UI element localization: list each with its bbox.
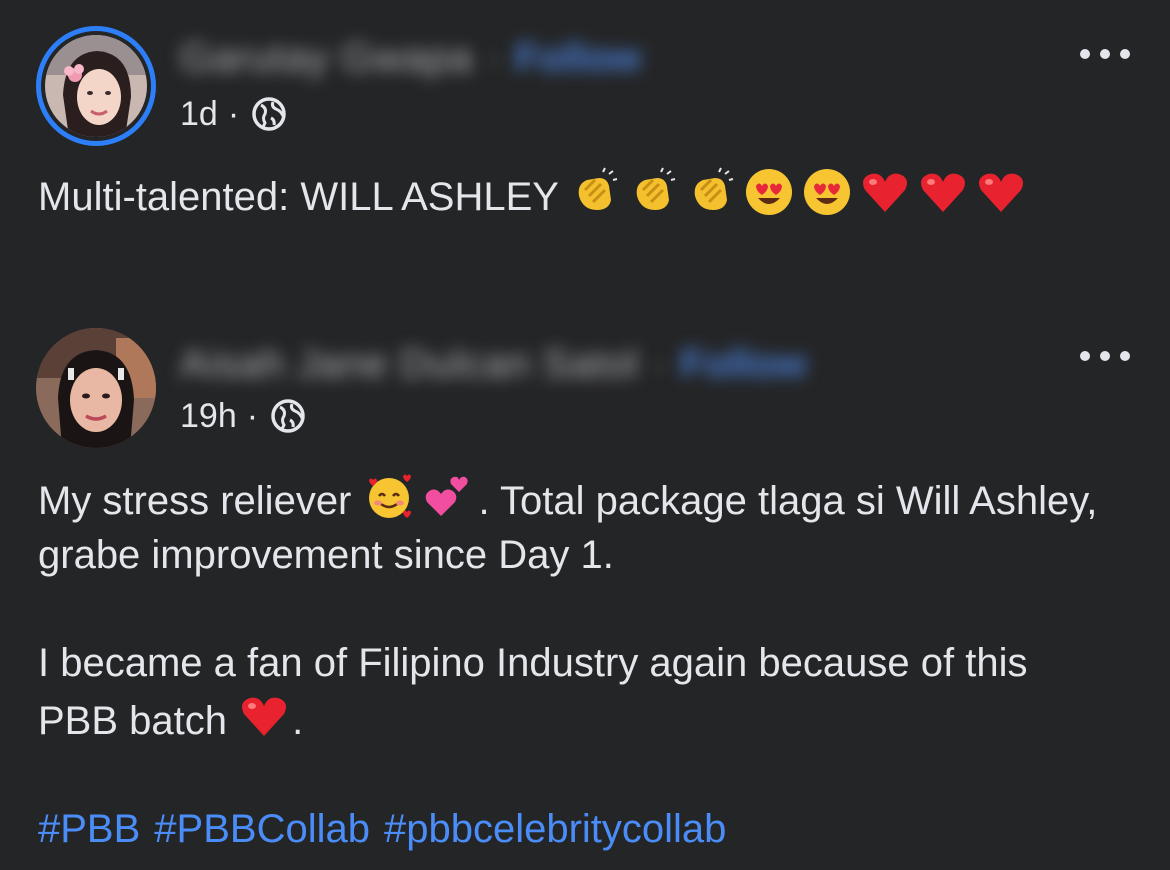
post-meta: 19h · xyxy=(180,396,308,436)
red-heart-emoji xyxy=(238,690,290,742)
comment-feed: Garutay Gwapa · Follow 1d · Multi-talent xyxy=(0,0,1170,870)
comment-text-part: I became a fan of Filipino Industry agai… xyxy=(38,641,1028,743)
comment-paragraph: My stress reliever . Total package tlaga… xyxy=(38,470,1110,582)
name-separator: · xyxy=(652,342,667,386)
comment-paragraph: I became a fan of Filipino Industry agai… xyxy=(38,636,1110,748)
author-name[interactable]: Aisah Jane Dulcan Satol xyxy=(180,342,639,387)
hashtag-link[interactable]: #PBBCollab xyxy=(154,807,370,851)
meta-separator: · xyxy=(227,94,240,133)
hashtag-list: #PBB #PBBCollab #pbbcelebritycollab xyxy=(38,802,1110,856)
comment-text-part: My stress reliever xyxy=(38,479,352,523)
globe-icon xyxy=(249,94,289,134)
name-separator: · xyxy=(487,36,501,80)
dot-icon xyxy=(1080,49,1090,59)
dot-icon xyxy=(1120,49,1130,59)
globe-icon xyxy=(268,396,308,436)
author-row: Garutay Gwapa · Follow xyxy=(180,36,641,81)
more-options-button[interactable] xyxy=(1080,346,1130,366)
clapping-hands-emoji xyxy=(569,166,621,218)
red-heart-emoji xyxy=(975,166,1027,218)
heart-eyes-emoji xyxy=(801,166,853,218)
follow-link[interactable]: Follow xyxy=(680,342,807,387)
comment-text: My stress reliever . Total package tlaga… xyxy=(38,470,1110,856)
author-row: Aisah Jane Dulcan Satol · Follow xyxy=(180,342,807,387)
hashtag-link[interactable]: #pbbcelebritycollab xyxy=(384,807,726,851)
post-meta: 1d · xyxy=(180,94,289,134)
comment-text-part: . xyxy=(292,699,304,743)
clapping-hands-emoji xyxy=(627,166,679,218)
author-name[interactable]: Garutay Gwapa xyxy=(180,36,473,81)
dot-icon xyxy=(1100,49,1110,59)
hashtag-link[interactable]: #PBB xyxy=(38,807,140,851)
heart-eyes-emoji xyxy=(743,166,795,218)
post-time[interactable]: 1d xyxy=(180,95,218,134)
avatar[interactable] xyxy=(36,26,156,146)
comment-text: Multi-talented: WILL ASHLEY xyxy=(38,166,1110,224)
avatar[interactable] xyxy=(36,328,156,448)
dot-icon xyxy=(1120,351,1130,361)
red-heart-emoji xyxy=(917,166,969,218)
dot-icon xyxy=(1080,351,1090,361)
dot-icon xyxy=(1100,351,1110,361)
post-time[interactable]: 19h xyxy=(180,397,237,436)
clapping-hands-emoji xyxy=(685,166,737,218)
meta-separator: · xyxy=(246,396,259,435)
red-heart-emoji xyxy=(859,166,911,218)
follow-link[interactable]: Follow xyxy=(514,36,641,81)
smiling-face-with-hearts-emoji xyxy=(363,470,415,522)
comment-text-content: Multi-talented: WILL ASHLEY xyxy=(38,175,559,219)
two-hearts-emoji xyxy=(421,470,473,522)
more-options-button[interactable] xyxy=(1080,44,1130,64)
